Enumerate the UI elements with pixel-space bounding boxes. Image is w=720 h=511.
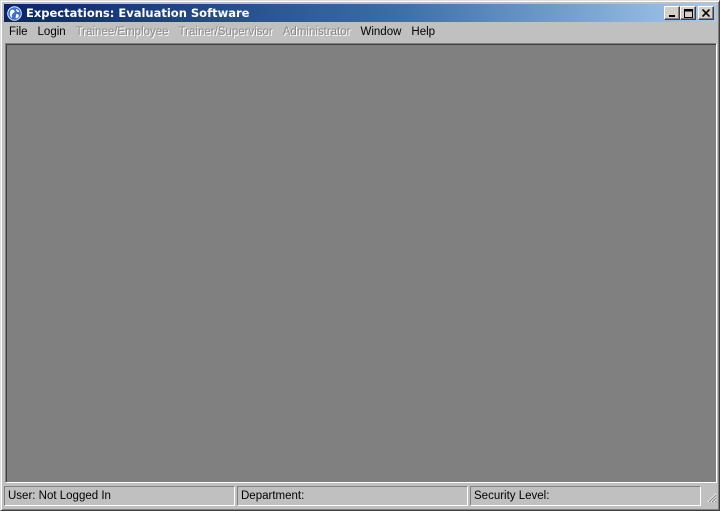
app-window: Expectations: Evaluation Software File L…	[0, 0, 720, 511]
globe-icon[interactable]	[7, 5, 22, 21]
title-buttons	[664, 6, 714, 20]
window-title: Expectations: Evaluation Software	[26, 6, 250, 20]
menu-administrator[interactable]: Administrator	[278, 23, 356, 42]
menu-bar: File Login Trainee/Employee Trainer/Supe…	[4, 23, 716, 42]
menu-trainer-supervisor[interactable]: Trainer/Supervisor	[174, 23, 278, 42]
mdi-client-area[interactable]	[5, 43, 717, 483]
maximize-button[interactable]	[680, 6, 696, 20]
menu-trainee-employee[interactable]: Trainee/Employee	[71, 23, 174, 42]
resize-grip-icon[interactable]	[703, 486, 717, 506]
status-security-level: Security Level:	[470, 486, 701, 506]
close-button[interactable]	[698, 6, 714, 20]
status-department: Department:	[237, 486, 468, 506]
menu-help[interactable]: Help	[406, 23, 440, 42]
status-bar: User: Not Logged In Department: Security…	[4, 486, 717, 508]
menu-login[interactable]: Login	[33, 23, 71, 42]
status-user: User: Not Logged In	[4, 486, 235, 506]
close-icon	[702, 9, 710, 17]
menu-window[interactable]: Window	[356, 23, 407, 42]
title-bar[interactable]: Expectations: Evaluation Software	[4, 4, 716, 22]
minimize-button[interactable]	[664, 6, 680, 20]
minimize-icon	[669, 15, 675, 17]
menu-file[interactable]: File	[4, 23, 33, 42]
maximize-icon	[683, 8, 693, 18]
